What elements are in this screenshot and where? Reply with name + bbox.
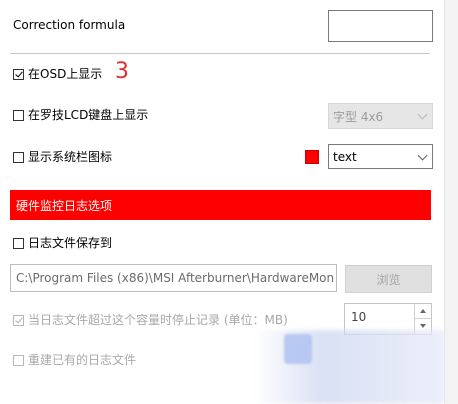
spinner-up-button[interactable] [415,304,431,319]
limit-value: 10 [351,310,367,324]
watermark-logo [284,334,312,364]
recreate-label: 重建已有的日志文件 [28,353,137,367]
lcd-checkbox[interactable] [13,109,24,121]
recreate-checkbox-row[interactable]: 重建已有的日志文件 [13,352,136,368]
browse-button[interactable]: 浏览 [345,265,432,293]
section-header-log-options: 硬件监控日志选项 [10,190,431,220]
correction-formula-input[interactable] [328,10,433,42]
tray-color-swatch[interactable] [305,150,319,164]
divider [10,53,430,54]
arrow-down-icon [420,324,426,328]
tray-mode-select[interactable]: text [328,144,433,169]
limit-checkbox-row[interactable]: 当日志文件超过这个容量时停止记录 (单位：MB) [13,312,288,328]
osd-checkbox-row[interactable]: 在OSD上显示 [13,66,102,82]
arrow-up-icon [420,309,426,313]
log-save-checkbox-row[interactable]: 日志文件保存到 [13,235,112,251]
log-save-checkbox[interactable] [13,237,24,249]
log-save-label: 日志文件保存到 [28,236,113,250]
lcd-font-value: 字型 4x6 [333,109,384,124]
section-title: 硬件监控日志选项 [16,198,113,213]
correction-formula-label: Correction formula [13,18,126,32]
osd-checkbox[interactable] [13,68,24,80]
limit-label: 当日志文件超过这个容量时停止记录 (单位：MB) [28,313,288,327]
chevron-down-icon [417,109,428,120]
limit-checkbox[interactable] [13,314,24,326]
tray-label: 显示系统栏图标 [28,150,113,164]
lcd-font-select[interactable]: 字型 4x6 [328,103,433,129]
osd-label: 在OSD上显示 [28,67,103,81]
tray-checkbox-row[interactable]: 显示系统栏图标 [13,149,112,165]
annotation-number: 3 [115,59,129,84]
lcd-label: 在罗技LCD键盘上显示 [28,108,149,122]
chevron-down-icon [417,150,428,161]
tray-mode-value: text [333,149,357,164]
vertical-scrollbar[interactable] [444,0,458,404]
lcd-checkbox-row[interactable]: 在罗技LCD键盘上显示 [13,107,148,123]
tray-checkbox[interactable] [13,151,24,163]
recreate-checkbox[interactable] [13,354,24,366]
log-path-input[interactable]: C:\Program Files (x86)\MSI Afterburner\H… [10,264,337,292]
